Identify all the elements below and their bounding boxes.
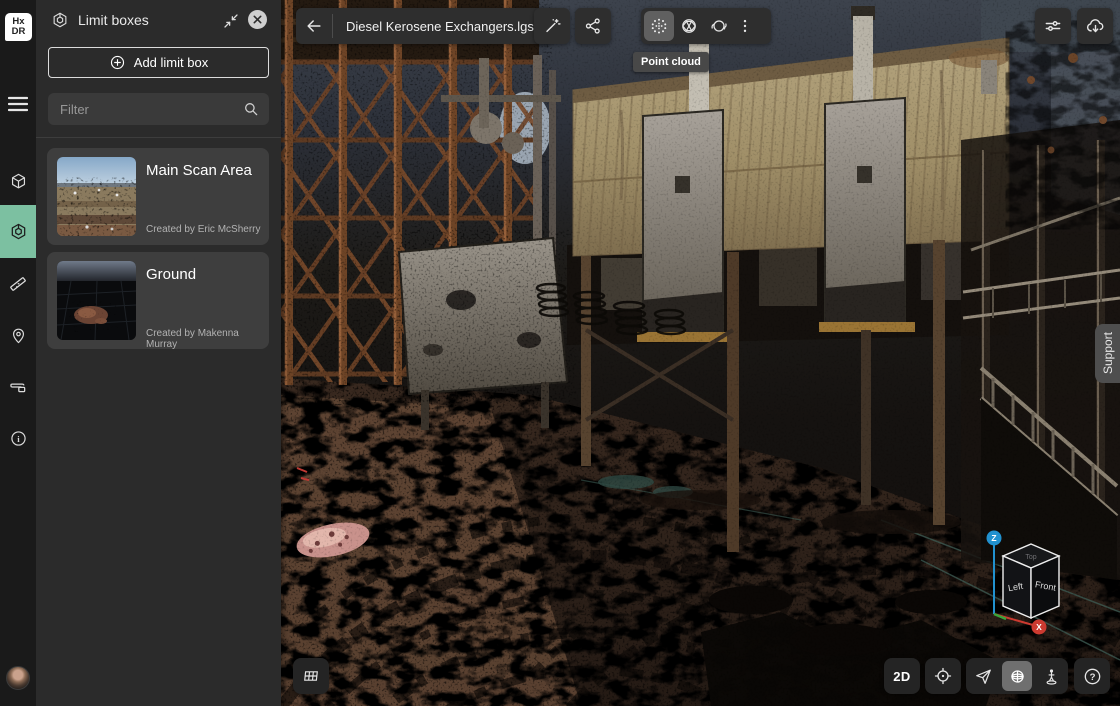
main-menu-button[interactable]: [0, 86, 36, 122]
sidebar-item-deliverables[interactable]: [0, 369, 36, 405]
limit-box-title: Ground: [146, 266, 196, 283]
limit-boxes-panel: Limit boxes Add limit box: [36, 0, 281, 706]
add-limit-box-button[interactable]: Add limit box: [48, 47, 269, 78]
hxdr-logo[interactable]: Hx DR: [5, 13, 32, 41]
grid-toggle-button[interactable]: [293, 658, 329, 694]
location-pin-icon: [9, 326, 28, 345]
close-panel-button[interactable]: [248, 10, 267, 29]
magic-wand-icon: [542, 16, 562, 36]
app-sidebar: Hx DR: [0, 0, 36, 706]
mode-2d-button[interactable]: 2D: [884, 658, 920, 694]
orbit-mode-button[interactable]: [1002, 661, 1032, 691]
collapse-icon: [222, 12, 240, 30]
navigation-mode-group: [966, 658, 1068, 694]
collapse-panel-button[interactable]: [221, 11, 241, 31]
document-title-bar: Diesel Kerosene Exchangers.lgsx: [296, 8, 553, 44]
recenter-button[interactable]: [925, 658, 961, 694]
magic-wand-button[interactable]: [534, 8, 570, 44]
sidebar-item-info[interactable]: i: [0, 420, 36, 456]
ruler-icon: [8, 274, 28, 294]
cloud-download-button[interactable]: [1077, 8, 1113, 44]
nav-cube-body[interactable]: Top Left Front: [1003, 544, 1059, 618]
cloud-download-icon: [1085, 16, 1106, 37]
panorama-toggle[interactable]: [704, 11, 734, 41]
kebab-menu-icon: [736, 17, 754, 35]
sidebar-item-limit-boxes[interactable]: [0, 205, 36, 258]
view-mode-group: [641, 8, 771, 44]
panel-divider: [36, 137, 281, 138]
panorama-icon: [709, 16, 729, 36]
cube-icon: [9, 172, 28, 191]
share-button[interactable]: [575, 8, 611, 44]
close-icon: [252, 14, 263, 25]
hamburger-icon: [8, 96, 28, 112]
limit-box-thumbnail: [57, 261, 136, 340]
target-icon: [933, 666, 953, 686]
cube-face-top[interactable]: Top: [1025, 554, 1036, 561]
panel-title: Limit boxes: [78, 12, 149, 28]
axis-x-label: X: [1036, 622, 1042, 632]
point-cloud-toggle[interactable]: [644, 11, 674, 41]
share-icon: [583, 16, 603, 36]
display-settings-button[interactable]: [1035, 8, 1071, 44]
document-title: Diesel Kerosene Exchangers.lgsx: [333, 19, 553, 34]
axis-z-label: Z: [991, 533, 996, 543]
layers-icon: [8, 377, 28, 397]
add-limit-box-label: Add limit box: [134, 55, 208, 70]
help-button[interactable]: ?: [1074, 658, 1110, 694]
filter-input[interactable]: [48, 93, 269, 125]
pedestrian-icon: [1042, 667, 1061, 686]
fly-mode-button[interactable]: [966, 658, 1000, 694]
walk-mode-button[interactable]: [1034, 658, 1068, 694]
support-label: Support: [1101, 332, 1115, 374]
back-button[interactable]: [296, 8, 332, 44]
limit-box-title: Main Scan Area: [146, 162, 252, 179]
point-cloud-tooltip: Point cloud: [633, 52, 709, 72]
search-icon: [242, 100, 260, 118]
limit-box-icon: [51, 11, 69, 29]
paper-plane-icon: [974, 667, 993, 686]
navigation-cube[interactable]: Top Left Front Z X: [983, 526, 1073, 640]
mesh-sphere-icon: [679, 16, 699, 36]
3d-viewport[interactable]: Diesel Kerosene Exchangers.lgsx: [281, 0, 1120, 706]
sliders-icon: [1043, 16, 1063, 36]
support-tab[interactable]: Support: [1095, 324, 1120, 383]
point-cloud-icon: [649, 16, 669, 36]
grid-icon: [300, 666, 322, 686]
more-options-button[interactable]: [734, 11, 756, 41]
info-icon: i: [9, 429, 28, 448]
sidebar-item-annotations[interactable]: [0, 317, 36, 353]
limit-box-card-main-scan-area[interactable]: Main Scan Area Created by Eric McSherry: [47, 148, 269, 245]
mesh-toggle[interactable]: [674, 11, 704, 41]
filter-field: [48, 93, 269, 125]
user-avatar[interactable]: [6, 666, 30, 690]
limit-box-card-ground[interactable]: Ground Created by Makenna Murray: [47, 252, 269, 349]
help-icon: ?: [1082, 666, 1103, 687]
sidebar-item-models[interactable]: [0, 163, 36, 199]
back-arrow-icon: [304, 16, 324, 36]
svg-text:i: i: [17, 433, 20, 443]
sidebar-item-measure[interactable]: [0, 266, 36, 302]
limit-box-thumbnail: [57, 157, 136, 236]
orbit-globe-icon: [1008, 667, 1027, 686]
mode-2d-label: 2D: [893, 669, 911, 684]
app-window: Diesel Kerosene Exchangers.lgsx: [0, 0, 1120, 706]
plus-circle-icon: [109, 54, 126, 71]
svg-text:?: ?: [1089, 672, 1095, 683]
limit-box-icon: [9, 222, 28, 241]
limit-box-creator: Created by Makenna Murray: [146, 328, 269, 350]
limit-box-creator: Created by Eric McSherry: [146, 224, 260, 235]
